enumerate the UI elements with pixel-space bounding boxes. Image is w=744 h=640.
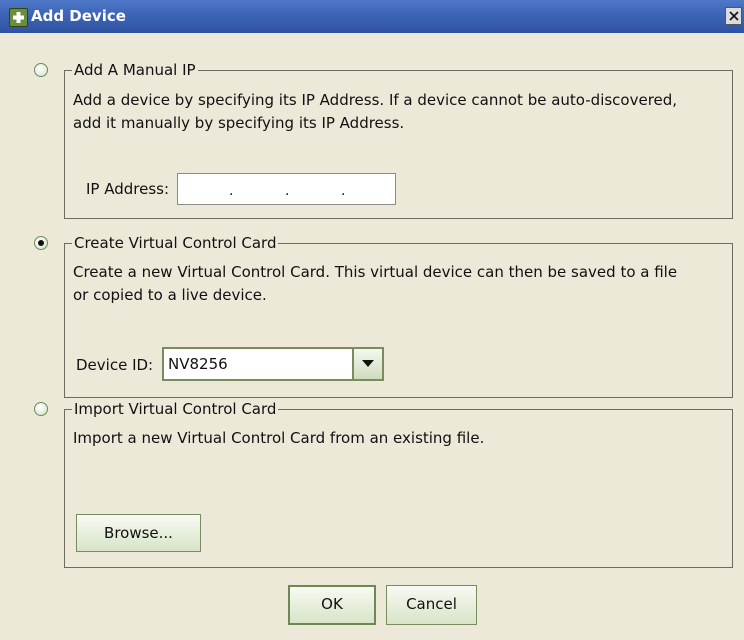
radio-create-virtual-card[interactable] [34, 236, 48, 250]
device-id-select[interactable]: NV8256 [162, 347, 384, 381]
import-card-description: Import a new Virtual Control Card from a… [73, 427, 484, 450]
create-card-description-line1: Create a new Virtual Control Card. This … [73, 263, 678, 281]
close-button[interactable] [725, 7, 742, 25]
group-create-virtual-card: Create Virtual Control Card Create a new… [64, 234, 733, 398]
group-manual-ip: Add A Manual IP Add a device by specifyi… [64, 61, 733, 219]
manual-ip-description-line2: add it manually by specifying its IP Add… [73, 114, 405, 132]
browse-button[interactable]: Browse... [76, 514, 201, 552]
ip-address-label: IP Address: [86, 180, 170, 198]
dialog-body: Add A Manual IP Add a device by specifyi… [10, 33, 744, 640]
radio-import-virtual-card[interactable] [34, 402, 48, 416]
device-id-value: NV8256 [168, 355, 228, 373]
create-card-description: Create a new Virtual Control Card. This … [73, 261, 677, 307]
legend-manual-ip: Add A Manual IP [72, 61, 198, 79]
title-bar: Add Device [0, 0, 744, 33]
ip-dot-1: . [229, 183, 234, 199]
ip-dot-3: . [341, 183, 346, 199]
ip-dot-2: . [285, 183, 290, 199]
manual-ip-description-line1: Add a device by specifying its IP Addres… [73, 91, 678, 109]
group-import-virtual-card: Import Virtual Control Card Import a new… [64, 400, 733, 568]
legend-create-virtual-card: Create Virtual Control Card [72, 234, 279, 252]
legend-import-virtual-card: Import Virtual Control Card [72, 400, 279, 418]
window-title: Add Device [31, 7, 126, 25]
add-icon [9, 8, 28, 27]
create-card-description-line2: or copied to a live device. [73, 286, 267, 304]
device-id-label: Device ID: [76, 356, 154, 374]
close-icon [729, 11, 739, 21]
radio-manual-ip[interactable] [34, 63, 48, 77]
chevron-down-icon[interactable] [352, 349, 382, 379]
ip-address-input[interactable]: . . . [177, 173, 396, 205]
cancel-button[interactable]: Cancel [386, 585, 477, 625]
ok-button[interactable]: OK [288, 585, 376, 625]
manual-ip-description: Add a device by specifying its IP Addres… [73, 89, 677, 135]
import-card-description-line1: Import a new Virtual Control Card from a… [73, 429, 485, 447]
